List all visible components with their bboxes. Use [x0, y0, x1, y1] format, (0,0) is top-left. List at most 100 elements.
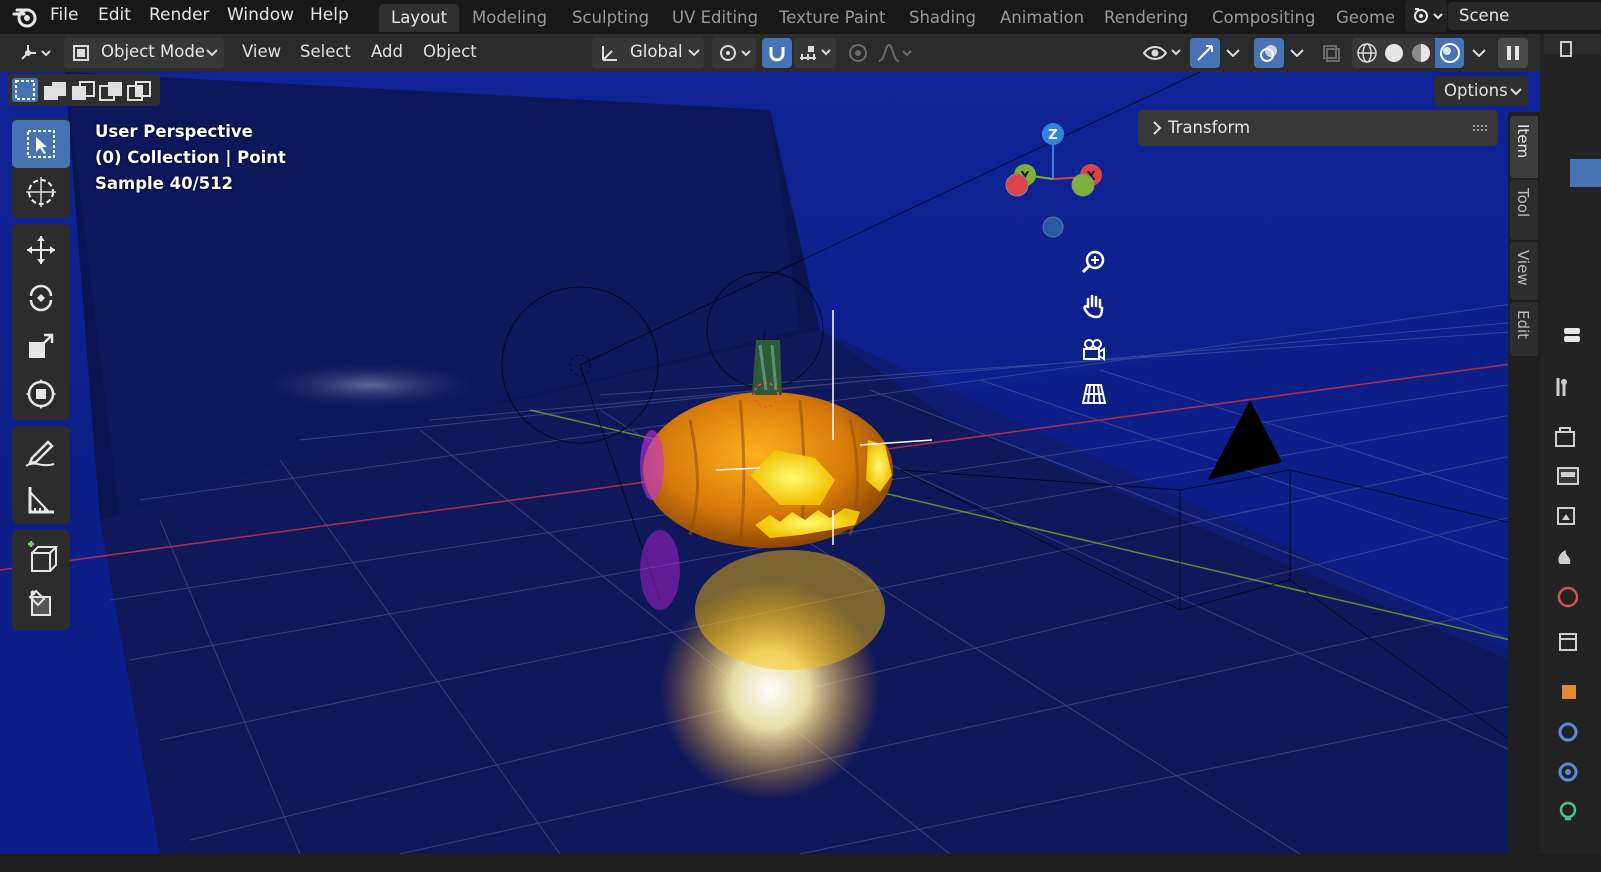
menu-render[interactable]: Render — [149, 5, 210, 25]
transform-icon — [26, 379, 56, 409]
tab-sculpting[interactable]: Sculpting — [560, 4, 661, 32]
pan-button[interactable] — [1074, 286, 1114, 326]
gizmo-neg-x-axis — [1005, 173, 1029, 197]
select-intersect-icon[interactable] — [126, 80, 152, 102]
menu-window[interactable]: Window — [227, 5, 294, 25]
pivot-point-dropdown[interactable] — [712, 38, 756, 68]
gizmo-neg-y-axis — [1071, 173, 1095, 197]
add-cube-tool[interactable] — [12, 532, 70, 580]
menu-file[interactable]: File — [50, 5, 78, 25]
select-new-button[interactable] — [12, 78, 38, 102]
toolbar-add-group — [12, 530, 70, 630]
menu-help[interactable]: Help — [310, 5, 349, 25]
sidebar-tab-view[interactable]: View — [1510, 242, 1538, 300]
perspective-toggle-button[interactable] — [1074, 374, 1114, 414]
toolbar-tools-icon[interactable] — [1558, 324, 1582, 348]
tab-animation[interactable]: Animation — [988, 4, 1096, 32]
outliner-icon[interactable] — [1558, 40, 1576, 60]
tab-uv-editing[interactable]: UV Editing — [660, 4, 770, 32]
snap-increment-icon — [800, 46, 831, 60]
tab-texture-paint[interactable]: Texture Paint — [767, 4, 897, 32]
camera-view-button[interactable] — [1074, 330, 1114, 370]
drag-handle-icon[interactable] — [1472, 124, 1488, 132]
pause-render-button[interactable] — [1498, 38, 1528, 68]
overlays-toggle[interactable] — [1254, 38, 1284, 68]
wireframe-shading-icon[interactable] — [1356, 42, 1378, 64]
sidebar-tab-edit[interactable]: Edit — [1510, 302, 1538, 356]
falloff-dropdown[interactable] — [875, 38, 915, 68]
tab-shading[interactable]: Shading — [897, 4, 988, 32]
zoom-button[interactable] — [1074, 242, 1114, 282]
solid-shading-icon[interactable] — [1383, 42, 1405, 64]
chevron-down-icon — [1472, 49, 1486, 57]
overlays-dropdown[interactable] — [1286, 38, 1308, 68]
editor-type-button[interactable] — [12, 38, 58, 68]
tab-layout[interactable]: Layout — [379, 4, 460, 32]
select-subtract-icon[interactable] — [70, 80, 96, 102]
scene-properties-icon[interactable] — [1552, 544, 1578, 570]
rotate-tool[interactable] — [12, 274, 70, 322]
header-menu-object[interactable]: Object — [423, 42, 477, 61]
scale-tool[interactable] — [12, 322, 70, 370]
scene-name-field[interactable]: Scene — [1448, 2, 1601, 30]
measure-tool[interactable] — [12, 476, 70, 524]
sidebar-tab-item[interactable]: Item — [1510, 116, 1538, 178]
material-preview-shading-icon[interactable] — [1410, 42, 1432, 64]
rotate-icon — [29, 284, 53, 312]
transform-panel-header[interactable]: Transform — [1138, 110, 1498, 146]
tab-compositing[interactable]: Compositing — [1200, 4, 1327, 32]
gizmo-toggle[interactable] — [1190, 38, 1220, 68]
shading-dropdown[interactable] — [1468, 38, 1490, 68]
proportional-editing-toggle[interactable] — [843, 38, 873, 68]
xray-toggle[interactable] — [1316, 38, 1346, 68]
annotate-tool[interactable] — [12, 428, 70, 476]
output-properties-icon[interactable] — [1552, 464, 1580, 490]
tab-modeling[interactable]: Modeling — [460, 4, 559, 32]
snap-target-dropdown[interactable] — [794, 38, 836, 68]
tab-geometry-nodes[interactable]: Geometry Nodes — [1324, 4, 1394, 32]
tab-rendering[interactable]: Rendering — [1092, 4, 1200, 32]
options-dropdown[interactable]: Options — [1434, 76, 1528, 106]
object-properties-icon[interactable] — [1552, 679, 1578, 705]
cage-tool[interactable] — [12, 580, 70, 628]
sidebar-tab-view-label: View — [1514, 250, 1532, 286]
blender-logo-icon[interactable] — [12, 4, 38, 30]
3d-viewport[interactable]: Options User Perspective (0) Collection … — [0, 72, 1540, 854]
transform-tool[interactable] — [12, 370, 70, 418]
navigation-gizmo[interactable]: Y X Z — [995, 117, 1115, 242]
outliner-selected-row[interactable] — [1570, 159, 1601, 187]
toolbar-annotate-group — [12, 426, 70, 524]
select-box-tool[interactable] — [12, 120, 70, 168]
select-box-icon — [27, 130, 55, 158]
menu-edit[interactable]: Edit — [98, 5, 131, 25]
world-properties-icon[interactable] — [1552, 584, 1578, 610]
view-layer-icon[interactable] — [1552, 504, 1578, 530]
gizmo-dropdown[interactable] — [1222, 38, 1244, 68]
physics-properties-icon[interactable] — [1552, 759, 1578, 785]
header-menu-view[interactable]: View — [242, 42, 281, 61]
options-label: Options — [1444, 81, 1508, 100]
viewport-header: Object Mode View Select Add Object Globa… — [0, 34, 1540, 72]
select-invert-icon[interactable] — [98, 80, 124, 102]
move-icon — [27, 236, 55, 264]
scene-selector-button[interactable] — [1405, 0, 1447, 32]
modifier-properties-icon[interactable] — [1552, 719, 1578, 745]
header-menu-select[interactable]: Select — [300, 42, 351, 61]
tool-settings-icon[interactable] — [1552, 374, 1578, 400]
move-tool[interactable] — [12, 226, 70, 274]
rendered-shading-icon — [1440, 43, 1460, 63]
snap-toggle[interactable] — [762, 38, 792, 68]
collection-properties-icon[interactable] — [1552, 629, 1578, 655]
mode-dropdown[interactable]: Object Mode — [64, 38, 224, 68]
visibility-dropdown[interactable] — [1138, 38, 1184, 68]
render-properties-icon[interactable] — [1552, 424, 1578, 450]
chevron-down-icon — [206, 49, 218, 57]
transform-orientation-dropdown[interactable]: Global — [592, 38, 704, 68]
light-data-properties-icon[interactable] — [1552, 799, 1578, 825]
scale-icon — [29, 333, 54, 358]
header-menu-add[interactable]: Add — [371, 42, 403, 61]
sidebar-tab-tool[interactable]: Tool — [1510, 180, 1538, 240]
select-extend-icon[interactable] — [42, 80, 68, 102]
rendered-shading-button[interactable] — [1435, 38, 1464, 68]
cursor-tool[interactable] — [12, 168, 70, 216]
